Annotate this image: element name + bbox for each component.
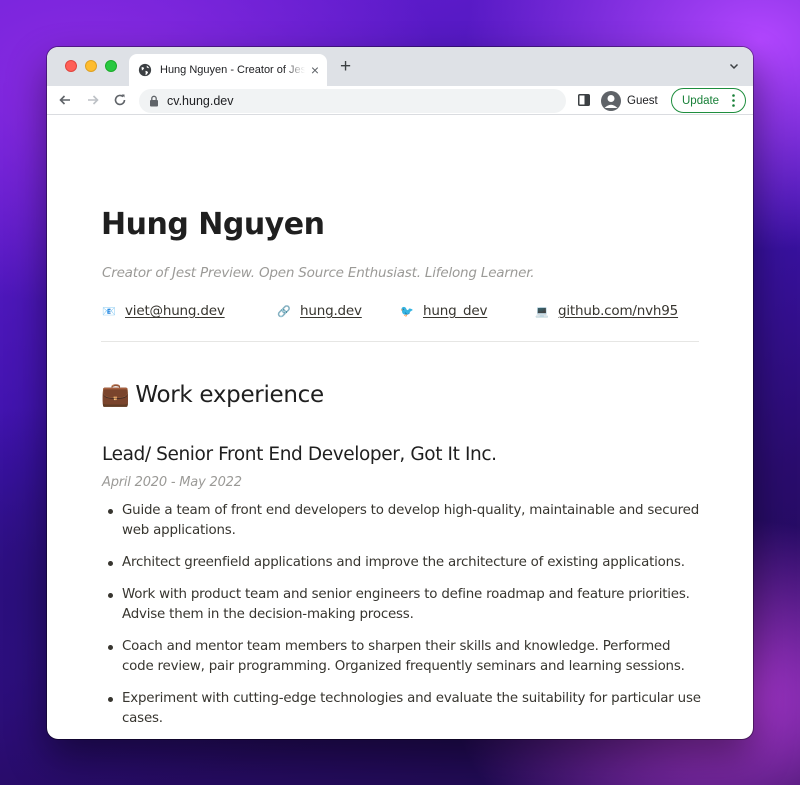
forward-arrow-icon[interactable] (85, 92, 101, 108)
side-panel-icon[interactable] (578, 94, 590, 106)
page-title: Hung Nguyen (101, 207, 325, 242)
tagline: Creator of Jest Preview. Open Source Ent… (102, 265, 535, 281)
lock-icon (150, 95, 158, 107)
work-experience-heading: 💼 Work experience (101, 381, 324, 408)
list-item: Guide a team of front end developers to … (102, 501, 702, 541)
list-item: Coach and mentor team members to sharpen… (102, 637, 702, 677)
job-duties-list: Guide a team of front end developers to … (102, 501, 702, 739)
twitter-link[interactable]: hung_dev (423, 303, 487, 319)
guest-avatar-icon (601, 90, 621, 111)
new-tab-button[interactable]: + (340, 57, 351, 76)
list-item: Architect greenfield applications and im… (102, 553, 702, 573)
job-dates: April 2020 - May 2022 (102, 475, 242, 490)
divider (101, 341, 699, 342)
email-icon: 📧 (102, 305, 116, 318)
browser-window: Hung Nguyen - Creator of Jest Preview × … (47, 47, 753, 739)
close-window-button[interactable] (65, 60, 77, 72)
tab-search-chevron-icon[interactable] (729, 61, 739, 71)
page-content: Hung Nguyen Creator of Jest Preview. Ope… (47, 115, 753, 739)
github-link[interactable]: github.com/nvh95 (558, 303, 678, 319)
contact-github: 💻 github.com/nvh95 (535, 303, 678, 319)
browser-toolbar: cv.hung.dev Guest Update (47, 86, 753, 115)
window-controls (65, 60, 117, 72)
contact-website: 🔗 hung.dev (277, 303, 362, 319)
maximize-window-button[interactable] (105, 60, 117, 72)
tab-title: Hung Nguyen - Creator of Jest Preview (160, 64, 305, 76)
section-title: Work experience (135, 382, 324, 408)
profile-label: Guest (627, 94, 658, 107)
update-button[interactable]: Update (671, 88, 746, 113)
tab-strip: Hung Nguyen - Creator of Jest Preview × … (47, 47, 753, 86)
reload-icon[interactable] (112, 92, 128, 108)
list-item: Work with product team and senior engine… (102, 585, 702, 625)
browser-tab-active[interactable]: Hung Nguyen - Creator of Jest Preview × (129, 54, 327, 86)
url-text: cv.hung.dev (167, 94, 234, 108)
laptop-icon: 💻 (535, 305, 549, 318)
website-link[interactable]: hung.dev (300, 303, 362, 319)
profile-button[interactable]: Guest (599, 88, 669, 113)
globe-icon (138, 63, 152, 77)
minimize-window-button[interactable] (85, 60, 97, 72)
email-link[interactable]: viet@hung.dev (125, 303, 225, 319)
update-label: Update (682, 94, 720, 107)
kebab-menu-icon[interactable] (732, 94, 735, 107)
contact-email: 📧 viet@hung.dev (102, 303, 225, 319)
twitter-bird-icon: 🐦 (400, 305, 414, 318)
job-title: Lead/ Senior Front End Developer, Got It… (102, 444, 497, 465)
tab-close-icon[interactable]: × (311, 63, 319, 77)
contact-twitter: 🐦 hung_dev (400, 303, 487, 319)
address-bar[interactable]: cv.hung.dev (139, 89, 566, 113)
back-arrow-icon[interactable] (57, 92, 73, 108)
link-icon: 🔗 (277, 305, 291, 318)
contact-links: 📧 viet@hung.dev 🔗 hung.dev 🐦 hung_dev 💻 … (102, 303, 702, 323)
list-item: Experiment with cutting-edge technologie… (102, 689, 702, 729)
briefcase-icon: 💼 (101, 382, 130, 408)
